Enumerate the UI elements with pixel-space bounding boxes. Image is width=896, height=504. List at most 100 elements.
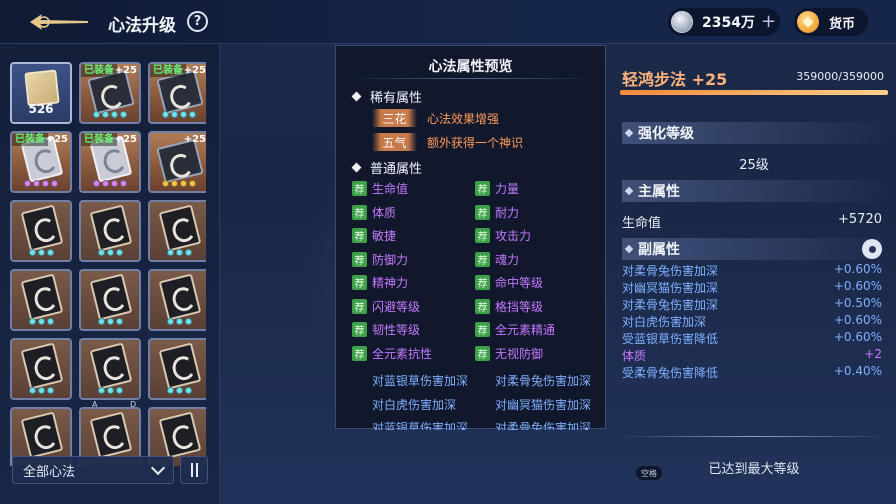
- diamond-icon: [624, 186, 634, 196]
- filter-label: 全部心法: [23, 464, 76, 480]
- recommend-icon: 荐: [352, 345, 367, 361]
- damage-attribute: 对蓝银草伤害加深: [372, 421, 469, 430]
- inventory-item[interactable]: [10, 269, 72, 331]
- sort-button[interactable]: [180, 456, 208, 484]
- quality-dot: [166, 249, 174, 256]
- recommend-icon: 荐: [475, 275, 490, 290]
- inventory-item[interactable]: [148, 269, 206, 331]
- help-button[interactable]: ?: [187, 11, 208, 32]
- attribute-name: 防御力: [372, 252, 409, 267]
- quality-dot: [175, 387, 183, 394]
- inventory-item[interactable]: 已装备 +25: [10, 131, 72, 193]
- inventory-item[interactable]: 526: [10, 62, 72, 124]
- rare-attributes-heading: 稀有属性: [351, 87, 422, 106]
- recommend-icon: 荐: [475, 181, 490, 196]
- sub-stat-value: +0.60%: [833, 313, 882, 327]
- recommend-icon: 荐: [475, 345, 490, 361]
- attribute-item: 荐命中等级: [475, 274, 543, 291]
- inventory-item[interactable]: [148, 338, 206, 400]
- equipped-tag: 已装备: [81, 133, 117, 146]
- gold-currency[interactable]: 货币: [794, 8, 868, 36]
- quality-dot: [166, 387, 174, 394]
- inventory-item[interactable]: [79, 338, 141, 400]
- item-level: +25: [45, 134, 68, 145]
- attribute-name: 格挡等级: [495, 299, 544, 314]
- inventory-panel: 526 已装备 +25 已装备 +25 已装备 +25 已装备 +25 +25 A D 全部心法: [0, 44, 220, 504]
- quality-dots: [12, 387, 70, 394]
- sort-icon: [190, 463, 193, 477]
- quality-dot: [93, 180, 100, 187]
- attribute-item: 荐生命值: [352, 180, 408, 197]
- filter-dropdown[interactable]: 全部心法: [12, 456, 174, 484]
- diamond-icon: [624, 128, 634, 138]
- back-arrow-icon[interactable]: [28, 10, 90, 34]
- inventory-item[interactable]: [79, 269, 141, 331]
- inventory-item[interactable]: [10, 200, 72, 262]
- diamond-icon: [351, 91, 362, 102]
- attribute-name: 耐力: [495, 205, 520, 220]
- quality-dot: [115, 387, 123, 394]
- quality-dot: [166, 318, 174, 325]
- quality-dot: [37, 318, 45, 325]
- normal-attributes-heading: 普通属性: [351, 158, 422, 177]
- quality-dot: [171, 111, 178, 118]
- sub-stat-row: 体质 +2: [622, 347, 882, 364]
- attribute-preview-popup: 心法属性预览 稀有属性 三花 心法效果增强 五气 额外获得一个神识 普通属性 荐…: [335, 45, 606, 430]
- recommend-icon: 荐: [475, 298, 490, 314]
- attribute-item: 荐无视防御: [475, 345, 543, 362]
- attribute-name: 全元素抗性: [372, 346, 433, 361]
- quality-dot: [102, 180, 109, 187]
- inventory-item[interactable]: [148, 200, 206, 262]
- quality-dots: [12, 318, 70, 325]
- attribute-item: 荐魂力: [475, 251, 519, 268]
- quality-dot: [42, 180, 49, 187]
- quality-dot: [180, 180, 187, 187]
- inventory-item[interactable]: [79, 200, 141, 262]
- manual-icon: [89, 342, 133, 390]
- attribute-item: 荐全元素精通: [475, 321, 555, 338]
- inventory-item[interactable]: 已装备 +25: [79, 62, 141, 124]
- quality-dots: [81, 318, 139, 325]
- quality-dots: [150, 387, 206, 394]
- equipped-tag: 已装备: [12, 133, 48, 146]
- add-silver-button[interactable]: +: [761, 13, 776, 31]
- main-stat-row: 生命值 +5720: [622, 212, 882, 231]
- sub-stat-name: 对柔骨兔伤害加深: [622, 264, 719, 278]
- rare-tag: 五气: [372, 133, 417, 151]
- quality-dot: [115, 249, 123, 256]
- quality-dot: [175, 249, 183, 256]
- quality-dot: [51, 180, 58, 187]
- manual-icon: [89, 204, 133, 252]
- manual-icon: [158, 411, 202, 459]
- inventory-item[interactable]: [10, 338, 72, 400]
- quality-dots: [150, 318, 206, 325]
- manual-icon: [89, 411, 133, 459]
- inventory-item[interactable]: +25: [148, 131, 206, 193]
- manual-icon: [20, 204, 64, 252]
- eye-icon[interactable]: [862, 239, 882, 259]
- damage-attribute: 对柔骨兔伤害加深: [495, 374, 592, 388]
- quality-dot: [180, 111, 187, 118]
- sub-stat-name: 对白虎伤害加深: [622, 315, 707, 329]
- manual-icon: [24, 69, 60, 107]
- attribute-name: 韧性等级: [372, 323, 421, 337]
- attribute-name: 精神力: [372, 276, 409, 290]
- sub-stat-value: +2: [864, 347, 882, 361]
- inventory-item[interactable]: 已装备 +25: [148, 62, 206, 124]
- sub-stat-value: +0.60%: [833, 279, 882, 293]
- quality-dot: [46, 387, 54, 394]
- inventory-item[interactable]: 已装备 +25: [79, 131, 141, 193]
- item-level: +25: [183, 65, 206, 76]
- max-level-text: 已达到最大等级: [708, 462, 800, 477]
- sub-stat-row: 对柔骨兔伤害加深 +0.50%: [622, 296, 882, 313]
- quality-dot: [28, 387, 36, 394]
- quality-dot: [106, 318, 114, 325]
- sub-stat-name: 受蓝银草伤害降低: [622, 332, 719, 346]
- attribute-item: 荐攻击力: [475, 227, 531, 244]
- quality-dots: [12, 249, 70, 256]
- recommend-icon: 荐: [352, 275, 367, 290]
- sub-stat-value: +0.60%: [833, 330, 882, 344]
- sub-stat-row: 对白虎伤害加深 +0.60%: [622, 313, 882, 330]
- key-hint-a: A: [92, 400, 98, 409]
- diamond-icon: [624, 244, 634, 254]
